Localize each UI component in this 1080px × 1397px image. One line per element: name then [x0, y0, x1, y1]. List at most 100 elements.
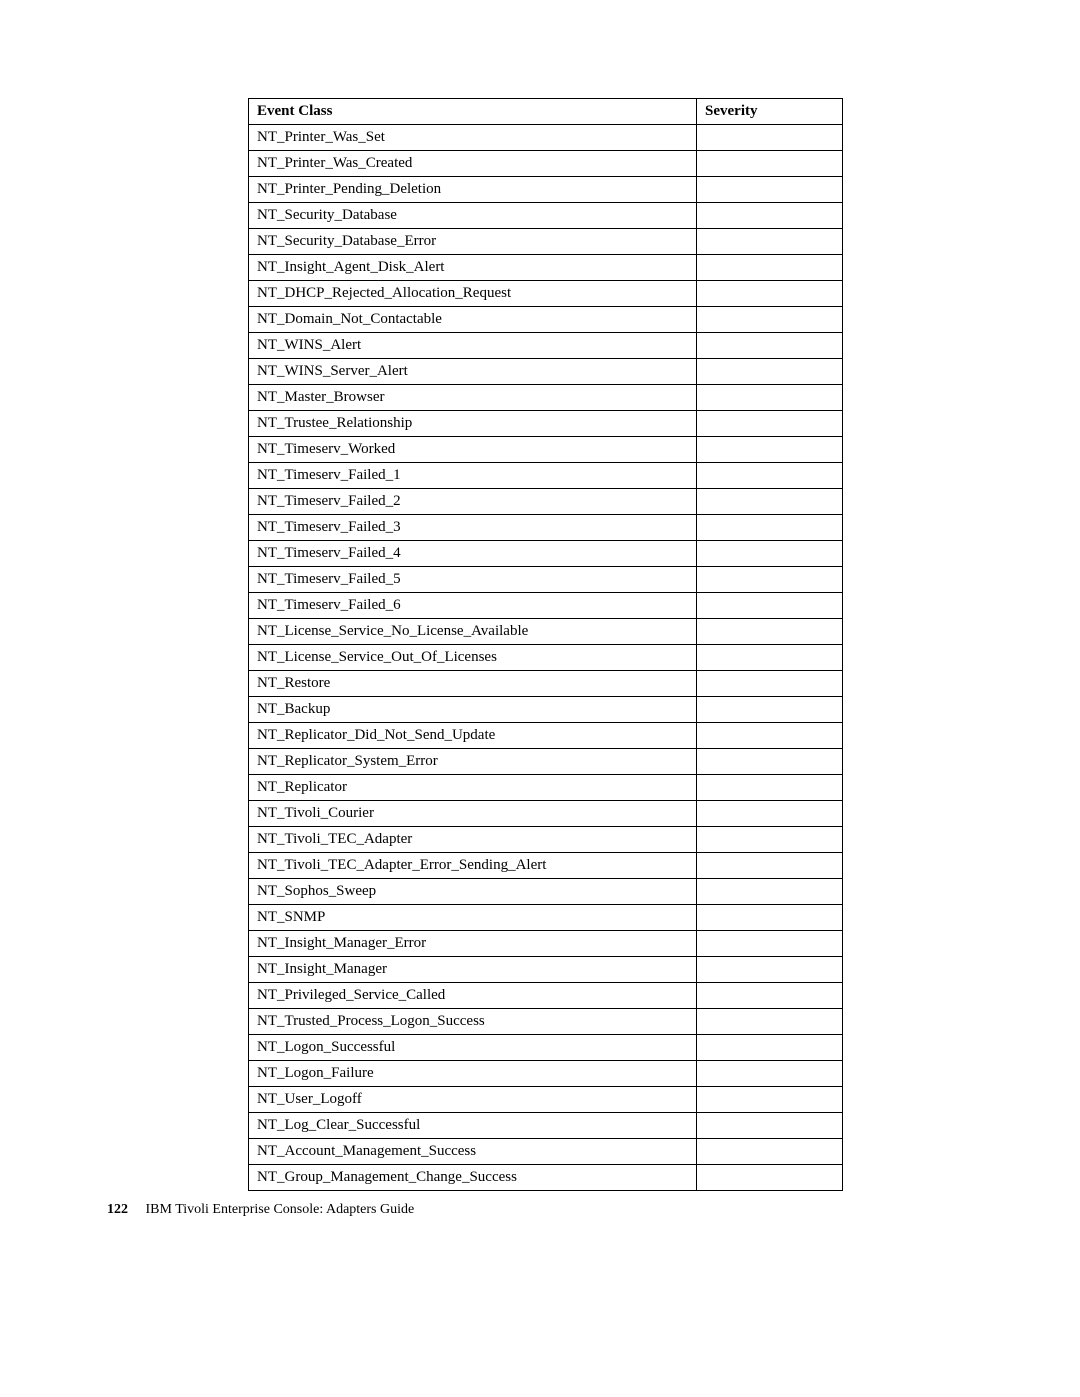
- cell-severity: [697, 801, 843, 827]
- cell-severity: [697, 1087, 843, 1113]
- cell-severity: [697, 775, 843, 801]
- cell-event-class: NT_Insight_Manager: [249, 957, 697, 983]
- table-row: NT_Trustee_Relationship: [249, 411, 843, 437]
- cell-event-class: NT_Account_Management_Success: [249, 1139, 697, 1165]
- cell-severity: [697, 125, 843, 151]
- table-row: NT_Replicator_System_Error: [249, 749, 843, 775]
- cell-severity: [697, 983, 843, 1009]
- cell-severity: [697, 281, 843, 307]
- table-row: NT_Account_Management_Success: [249, 1139, 843, 1165]
- cell-severity: [697, 931, 843, 957]
- cell-event-class: NT_SNMP: [249, 905, 697, 931]
- table-row: NT_User_Logoff: [249, 1087, 843, 1113]
- cell-event-class: NT_Trustee_Relationship: [249, 411, 697, 437]
- table-row: NT_Insight_Manager: [249, 957, 843, 983]
- header-severity: Severity: [697, 99, 843, 125]
- cell-severity: [697, 957, 843, 983]
- table-row: NT_License_Service_Out_Of_Licenses: [249, 645, 843, 671]
- table-row: NT_Timeserv_Failed_4: [249, 541, 843, 567]
- cell-severity: [697, 827, 843, 853]
- cell-severity: [697, 619, 843, 645]
- cell-event-class: NT_Logon_Failure: [249, 1061, 697, 1087]
- cell-severity: [697, 645, 843, 671]
- table-row: NT_Trusted_Process_Logon_Success: [249, 1009, 843, 1035]
- table-row: NT_Timeserv_Failed_1: [249, 463, 843, 489]
- cell-event-class: NT_Replicator_Did_Not_Send_Update: [249, 723, 697, 749]
- cell-severity: [697, 255, 843, 281]
- footer-text: IBM Tivoli Enterprise Console: Adapters …: [146, 1202, 415, 1217]
- cell-severity: [697, 541, 843, 567]
- cell-severity: [697, 229, 843, 255]
- cell-event-class: NT_DHCP_Rejected_Allocation_Request: [249, 281, 697, 307]
- cell-event-class: NT_WINS_Server_Alert: [249, 359, 697, 385]
- cell-event-class: NT_Backup: [249, 697, 697, 723]
- cell-severity: [697, 463, 843, 489]
- table-row: NT_Privileged_Service_Called: [249, 983, 843, 1009]
- cell-event-class: NT_Trusted_Process_Logon_Success: [249, 1009, 697, 1035]
- cell-event-class: NT_Timeserv_Failed_6: [249, 593, 697, 619]
- cell-severity: [697, 749, 843, 775]
- table-row: NT_Timeserv_Worked: [249, 437, 843, 463]
- cell-severity: [697, 359, 843, 385]
- cell-event-class: NT_Timeserv_Failed_5: [249, 567, 697, 593]
- cell-event-class: NT_License_Service_Out_Of_Licenses: [249, 645, 697, 671]
- page-number: 122: [107, 1202, 128, 1217]
- cell-severity: [697, 671, 843, 697]
- table-row: NT_Timeserv_Failed_3: [249, 515, 843, 541]
- page: Event Class Severity NT_Printer_Was_SetN…: [0, 0, 1080, 1191]
- cell-event-class: NT_Master_Browser: [249, 385, 697, 411]
- cell-severity: [697, 177, 843, 203]
- table-row: NT_Printer_Was_Created: [249, 151, 843, 177]
- cell-severity: [697, 1139, 843, 1165]
- table-row: NT_Sophos_Sweep: [249, 879, 843, 905]
- table-row: NT_SNMP: [249, 905, 843, 931]
- table-row: NT_Logon_Failure: [249, 1061, 843, 1087]
- cell-event-class: NT_License_Service_No_License_Available: [249, 619, 697, 645]
- cell-severity: [697, 151, 843, 177]
- cell-event-class: NT_Replicator_System_Error: [249, 749, 697, 775]
- cell-event-class: NT_Tivoli_TEC_Adapter_Error_Sending_Aler…: [249, 853, 697, 879]
- cell-severity: [697, 1035, 843, 1061]
- table-row: NT_WINS_Server_Alert: [249, 359, 843, 385]
- cell-severity: [697, 1165, 843, 1191]
- cell-event-class: NT_Security_Database_Error: [249, 229, 697, 255]
- cell-event-class: NT_Timeserv_Worked: [249, 437, 697, 463]
- cell-severity: [697, 905, 843, 931]
- table-row: NT_DHCP_Rejected_Allocation_Request: [249, 281, 843, 307]
- cell-event-class: NT_Restore: [249, 671, 697, 697]
- table-row: NT_Tivoli_TEC_Adapter_Error_Sending_Aler…: [249, 853, 843, 879]
- cell-severity: [697, 437, 843, 463]
- cell-event-class: NT_Sophos_Sweep: [249, 879, 697, 905]
- table-row: NT_License_Service_No_License_Available: [249, 619, 843, 645]
- table-row: NT_Security_Database_Error: [249, 229, 843, 255]
- table-header-row: Event Class Severity: [249, 99, 843, 125]
- cell-event-class: NT_Printer_Was_Set: [249, 125, 697, 151]
- table-row: NT_Security_Database: [249, 203, 843, 229]
- cell-severity: [697, 1061, 843, 1087]
- table-row: NT_Tivoli_TEC_Adapter: [249, 827, 843, 853]
- cell-event-class: NT_Timeserv_Failed_3: [249, 515, 697, 541]
- cell-event-class: NT_Timeserv_Failed_1: [249, 463, 697, 489]
- table-row: NT_Logon_Successful: [249, 1035, 843, 1061]
- cell-event-class: NT_Timeserv_Failed_4: [249, 541, 697, 567]
- cell-event-class: NT_User_Logoff: [249, 1087, 697, 1113]
- cell-severity: [697, 879, 843, 905]
- table-row: NT_Insight_Manager_Error: [249, 931, 843, 957]
- table-row: NT_Tivoli_Courier: [249, 801, 843, 827]
- cell-severity: [697, 853, 843, 879]
- table-row: NT_Printer_Was_Set: [249, 125, 843, 151]
- table-row: NT_WINS_Alert: [249, 333, 843, 359]
- cell-event-class: NT_Domain_Not_Contactable: [249, 307, 697, 333]
- table-row: NT_Timeserv_Failed_6: [249, 593, 843, 619]
- cell-event-class: NT_Log_Clear_Successful: [249, 1113, 697, 1139]
- table-row: NT_Timeserv_Failed_2: [249, 489, 843, 515]
- cell-severity: [697, 697, 843, 723]
- table-row: NT_Restore: [249, 671, 843, 697]
- cell-event-class: NT_Timeserv_Failed_2: [249, 489, 697, 515]
- table-row: NT_Insight_Agent_Disk_Alert: [249, 255, 843, 281]
- cell-severity: [697, 307, 843, 333]
- cell-event-class: NT_Insight_Manager_Error: [249, 931, 697, 957]
- table-row: NT_Master_Browser: [249, 385, 843, 411]
- cell-severity: [697, 593, 843, 619]
- cell-event-class: NT_Printer_Pending_Deletion: [249, 177, 697, 203]
